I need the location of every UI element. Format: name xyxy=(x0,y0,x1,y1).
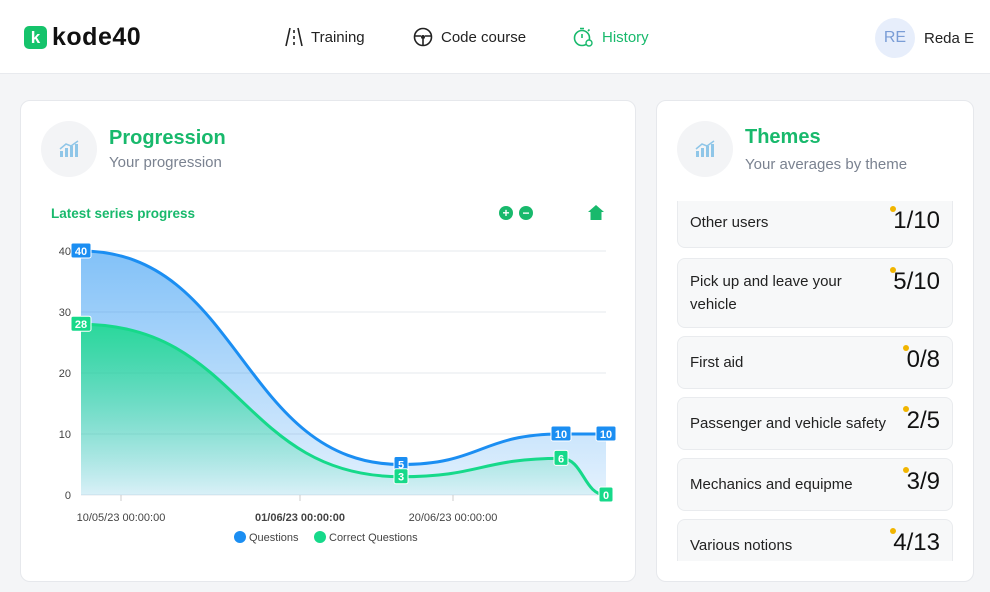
theme-label: First aid xyxy=(690,354,744,371)
nav-training-label: Training xyxy=(311,28,365,46)
y-tick-label: 30 xyxy=(59,307,71,319)
nav-code-course-label: Code course xyxy=(441,28,527,46)
stopwatch-icon xyxy=(573,27,594,48)
y-tick-label: 0 xyxy=(65,490,71,502)
theme-item-various-notions[interactable]: Various notions 4/13 xyxy=(677,519,953,561)
theme-item-other-users[interactable]: Other users 1/10 xyxy=(677,201,953,248)
user-menu[interactable]: RE Reda E xyxy=(875,18,974,58)
nav-history[interactable]: History xyxy=(573,27,649,48)
nav-history-label: History xyxy=(602,29,649,46)
chart-icon xyxy=(677,121,733,177)
theme-score: 5/10 xyxy=(893,268,940,295)
legend-label: Correct Questions xyxy=(329,532,418,544)
correct-questions-data-label: 3 xyxy=(393,468,409,485)
progression-card: Progression Your progression Latest seri… xyxy=(20,100,636,582)
correct-questions-data-label: 6 xyxy=(553,449,569,466)
progression-chart: 01020304010/05/23 00:00:00 01/06/23 00:00… xyxy=(59,242,617,544)
road-icon xyxy=(285,27,303,47)
theme-score: 3/9 xyxy=(906,468,940,495)
themes-subtitle: Your averages by theme xyxy=(745,156,908,173)
user-name: Reda E xyxy=(924,29,975,47)
data-label-text: 3 xyxy=(398,472,404,484)
nav-training[interactable]: Training xyxy=(285,27,365,47)
chart-title: Latest series progress xyxy=(51,206,196,221)
zoom-out-button[interactable]: − xyxy=(519,206,533,220)
theme-label: Various notions xyxy=(690,537,793,554)
brand-logo[interactable]: k kode40 xyxy=(24,25,141,50)
theme-item-first-aid[interactable]: First aid 0/8 xyxy=(677,336,953,389)
reset-zoom-home-icon[interactable] xyxy=(587,204,605,226)
theme-list[interactable]: Other users 1/10 Pick up and leave your … xyxy=(677,201,955,561)
x-tick-label: 10/05/23 00:00:00 xyxy=(77,512,166,524)
theme-label: Other users xyxy=(690,214,769,231)
chart-icon xyxy=(41,121,97,177)
progression-title: Progression xyxy=(109,127,226,149)
theme-item-pick-up-vehicle[interactable]: Pick up and leave your vehicle 5/10 xyxy=(677,258,953,328)
theme-item-mechanics[interactable]: Mechanics and equipme 3/9 xyxy=(677,458,953,511)
theme-score: 4/13 xyxy=(893,529,940,556)
correct-questions-data-label: 28 xyxy=(70,315,92,332)
logo-text: kode40 xyxy=(52,23,142,51)
y-tick-label: 10 xyxy=(59,429,71,441)
nav-code-course[interactable]: Code course xyxy=(413,27,526,47)
top-navigation-bar: k kode40 Training Code course History RE… xyxy=(0,0,990,74)
themes-title: Themes xyxy=(745,126,821,148)
avatar: RE xyxy=(875,18,915,58)
questions-data-label: 10 xyxy=(550,425,572,442)
data-label-text: 28 xyxy=(75,319,87,331)
zoom-in-button[interactable]: + xyxy=(499,206,513,220)
theme-item-passenger-safety[interactable]: Passenger and vehicle safety 2/5 xyxy=(677,397,953,450)
y-tick-label: 40 xyxy=(59,246,71,258)
theme-label: Mechanics and equipme xyxy=(690,476,853,493)
questions-data-label: 10 xyxy=(595,425,617,442)
data-label-text: 0 xyxy=(603,490,609,502)
data-label-text: 40 xyxy=(75,246,87,258)
theme-label: Pick up and leave your vehicle xyxy=(690,273,842,313)
theme-score: 0/8 xyxy=(906,346,940,373)
correct-questions-data-label: 0 xyxy=(598,486,614,503)
legend-marker xyxy=(234,531,246,543)
theme-label: Passenger and vehicle safety xyxy=(690,415,886,432)
legend-marker xyxy=(314,531,326,543)
theme-score: 1/10 xyxy=(893,207,940,234)
progression-subtitle: Your progression xyxy=(109,154,222,171)
themes-card: Themes Your averages by theme Other user… xyxy=(656,100,974,582)
data-label-text: 10 xyxy=(555,429,567,441)
y-tick-label: 20 xyxy=(59,368,71,380)
data-label-text: 6 xyxy=(558,453,564,465)
x-tick-label: 20/06/23 00:00:00 xyxy=(409,512,498,524)
legend-label: Questions xyxy=(249,532,299,544)
logo-mark: k xyxy=(24,26,47,49)
x-tick-label: 01/06/23 00:00:00 xyxy=(255,512,345,524)
data-label-text: 10 xyxy=(600,429,612,441)
steering-wheel-icon xyxy=(413,27,433,47)
questions-data-label: 40 xyxy=(70,242,92,259)
theme-score: 2/5 xyxy=(906,407,940,434)
